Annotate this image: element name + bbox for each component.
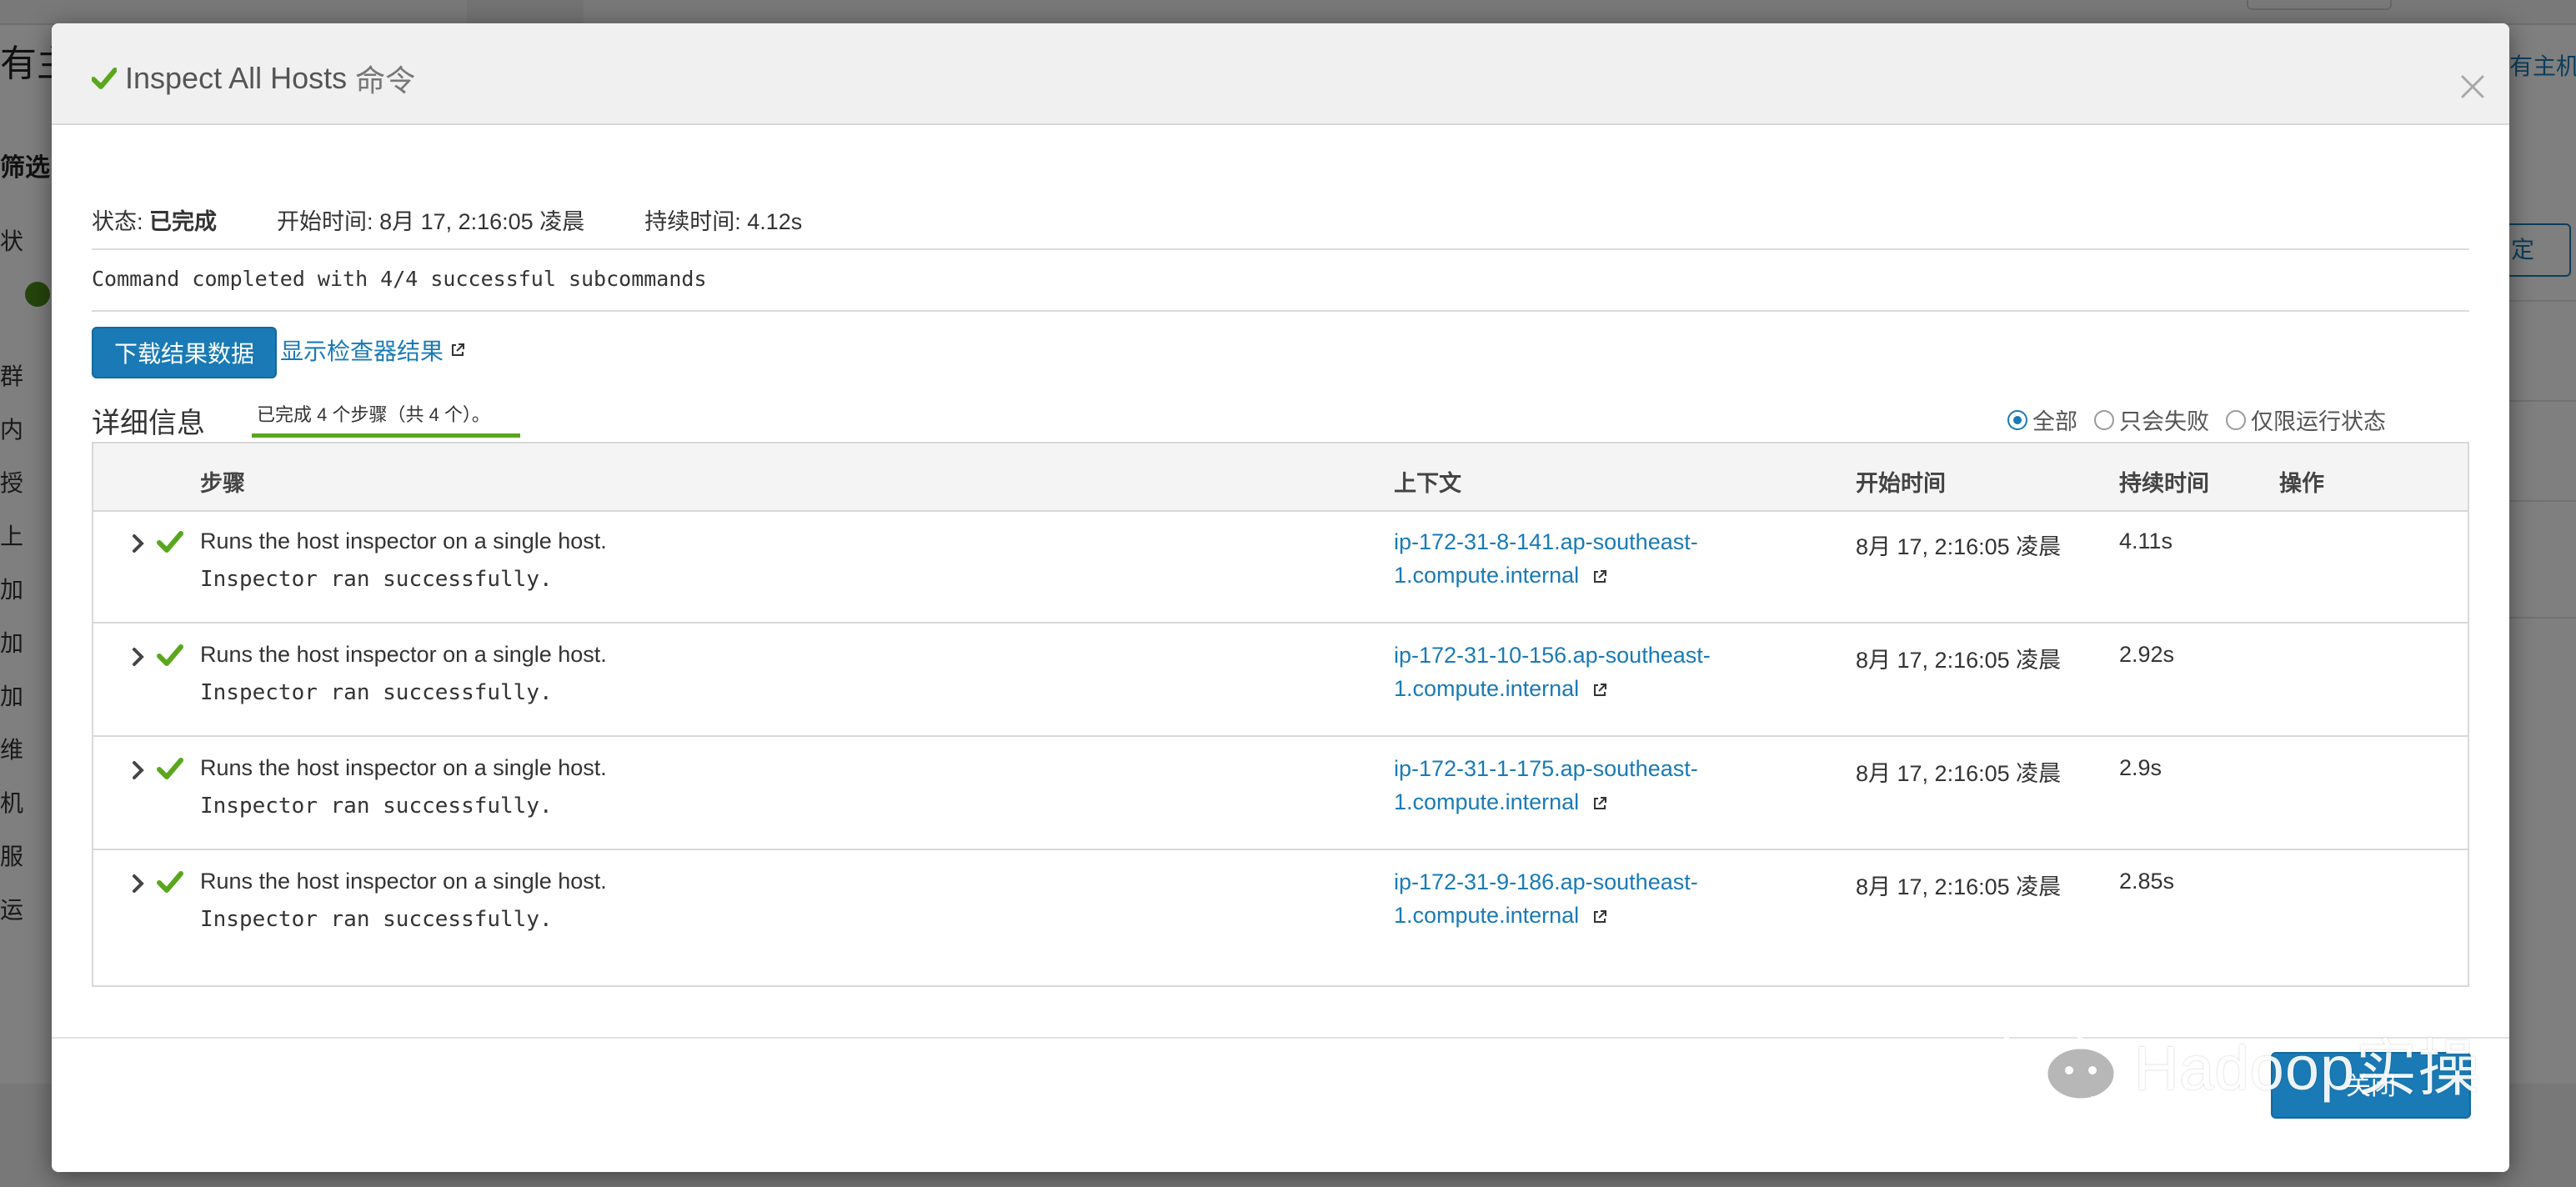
modal-footer — [52, 1037, 2509, 1172]
external-link-icon — [1592, 560, 1607, 594]
filter-failed-only-radio[interactable]: 只会失败 — [2094, 403, 2209, 436]
divider — [92, 248, 2469, 250]
chevron-right-icon[interactable] — [130, 759, 150, 784]
host-link-line2: 1.compute.internal — [1394, 903, 1580, 928]
column-header-context[interactable]: 上下文 — [1394, 465, 1461, 498]
step-duration: 2.9s — [2119, 755, 2163, 780]
host-link[interactable]: ip-172-31-9-186.ap-southeast- 1.compute.… — [1394, 865, 1744, 934]
modal-title: Inspect All Hosts 命令 — [92, 57, 415, 100]
close-button[interactable]: 关闭 — [2271, 1052, 2471, 1119]
step-duration: 4.11s — [2119, 528, 2173, 553]
column-header-actions: 操作 — [2279, 471, 2324, 496]
status-value: 已完成 — [149, 209, 218, 234]
command-meta: 状态: 已完成 开始时间: 8月 17, 2:16:05 凌晨 持续时间: 4.… — [92, 203, 862, 236]
host-link-line2: 1.compute.internal — [1394, 676, 1580, 701]
status-field: 状态: 已完成 — [92, 203, 217, 236]
filter-label: 只会失败 — [2119, 409, 2209, 434]
command-result-message: Command completed with 4/4 successful su… — [92, 267, 707, 291]
duration-value: 4.12s — [747, 209, 803, 234]
step-message: Inspector ran successfully. — [200, 794, 553, 819]
step-message: Inspector ran successfully. — [200, 907, 553, 932]
step-start-time: 8月 17, 2:16:05 凌晨 — [1856, 761, 2062, 786]
host-link-line2: 1.compute.internal — [1394, 563, 1580, 588]
show-inspector-results-link[interactable]: 显示检查器结果 — [280, 333, 465, 367]
steps-progress: 已完成 4 个步骤（共 4 个）。 — [252, 400, 520, 438]
chevron-right-icon[interactable] — [130, 872, 150, 897]
step-duration: 2.85s — [2119, 869, 2175, 894]
column-header-duration[interactable]: 持续时间 — [2119, 465, 2209, 498]
step-message: Inspector ran successfully. — [200, 680, 553, 705]
start-time-field: 开始时间: 8月 17, 2:16:05 凌晨 — [277, 203, 584, 236]
step-title: Runs the host inspector on a single host… — [200, 755, 607, 780]
host-link-line1: ip-172-31-1-175.ap-southeast- — [1394, 756, 1698, 781]
step-title: Runs the host inspector on a single host… — [200, 869, 607, 894]
start-time-label: 开始时间: — [277, 209, 373, 234]
step-message: Inspector ran successfully. — [200, 567, 553, 592]
chevron-right-icon[interactable] — [130, 532, 150, 557]
download-results-button[interactable]: 下载结果数据 — [92, 327, 277, 378]
steps-table: 步骤 上下文 开始时间 持续时间 操作 Runs the host inspec… — [92, 442, 2469, 987]
modal-title-text: Inspect All Hosts — [125, 61, 348, 95]
divider — [92, 310, 2469, 312]
command-modal: Inspect All Hosts 命令 状态: 已完成 开始时间: 8月 17… — [52, 23, 2509, 1172]
host-link[interactable]: ip-172-31-10-156.ap-southeast- 1.compute… — [1394, 639, 1744, 707]
start-time-value: 8月 17, 2:16:05 凌晨 — [379, 209, 585, 234]
host-link[interactable]: ip-172-31-8-141.ap-southeast- 1.compute.… — [1394, 525, 1744, 594]
duration-field: 持续时间: 4.12s — [644, 203, 802, 236]
details-heading: 详细信息 — [92, 408, 205, 439]
filter-label: 全部 — [2032, 409, 2077, 434]
external-link-icon — [1592, 787, 1607, 820]
chevron-right-icon[interactable] — [130, 645, 150, 670]
filter-label: 仅限运行状态 — [2251, 409, 2386, 434]
modal-title-suffix: 命令 — [355, 63, 416, 98]
modal-header: Inspect All Hosts 命令 — [52, 23, 2509, 125]
host-link-line2: 1.compute.internal — [1394, 789, 1580, 814]
duration-label: 持续时间: — [644, 209, 741, 234]
table-row: Runs the host inspector on a single host… — [93, 850, 2468, 964]
filter-running-only-radio[interactable]: 仅限运行状态 — [2226, 403, 2386, 436]
table-row: Runs the host inspector on a single host… — [93, 510, 2468, 624]
check-icon — [157, 644, 183, 671]
external-link-icon — [1592, 674, 1607, 707]
filter-all-radio[interactable]: 全部 — [2007, 403, 2077, 436]
host-link-line1: ip-172-31-8-141.ap-southeast- — [1394, 529, 1698, 554]
step-start-time: 8月 17, 2:16:05 凌晨 — [1856, 648, 2062, 673]
check-icon — [92, 68, 117, 89]
table-row: Runs the host inspector on a single host… — [93, 737, 2468, 850]
radio-unselected-icon — [2226, 409, 2246, 430]
column-header-step[interactable]: 步骤 — [200, 465, 245, 498]
host-link[interactable]: ip-172-31-1-175.ap-southeast- 1.compute.… — [1394, 752, 1744, 820]
step-title: Runs the host inspector on a single host… — [200, 642, 607, 667]
close-icon[interactable] — [2459, 73, 2493, 107]
column-header-start-time[interactable]: 开始时间 — [1856, 465, 1946, 498]
inspector-link-label: 显示检查器结果 — [280, 338, 444, 364]
radio-selected-icon — [2007, 409, 2027, 430]
check-icon — [157, 757, 183, 784]
table-header: 步骤 上下文 开始时间 持续时间 操作 — [93, 443, 2468, 512]
check-icon — [157, 530, 183, 558]
status-label: 状态: — [92, 209, 143, 234]
external-link-icon — [450, 337, 465, 363]
host-link-line1: ip-172-31-10-156.ap-southeast- — [1394, 643, 1711, 668]
step-title: Runs the host inspector on a single host… — [200, 528, 607, 553]
host-link-line1: ip-172-31-9-186.ap-southeast- — [1394, 869, 1698, 894]
step-duration: 2.92s — [2119, 642, 2175, 667]
step-filter-radios: 全部 只会失败 仅限运行状态 — [2007, 403, 2386, 436]
step-start-time: 8月 17, 2:16:05 凌晨 — [1856, 874, 2062, 899]
table-row: Runs the host inspector on a single host… — [93, 624, 2468, 737]
radio-unselected-icon — [2094, 409, 2114, 430]
check-icon — [157, 870, 183, 898]
step-start-time: 8月 17, 2:16:05 凌晨 — [1856, 534, 2062, 559]
external-link-icon — [1592, 900, 1607, 934]
